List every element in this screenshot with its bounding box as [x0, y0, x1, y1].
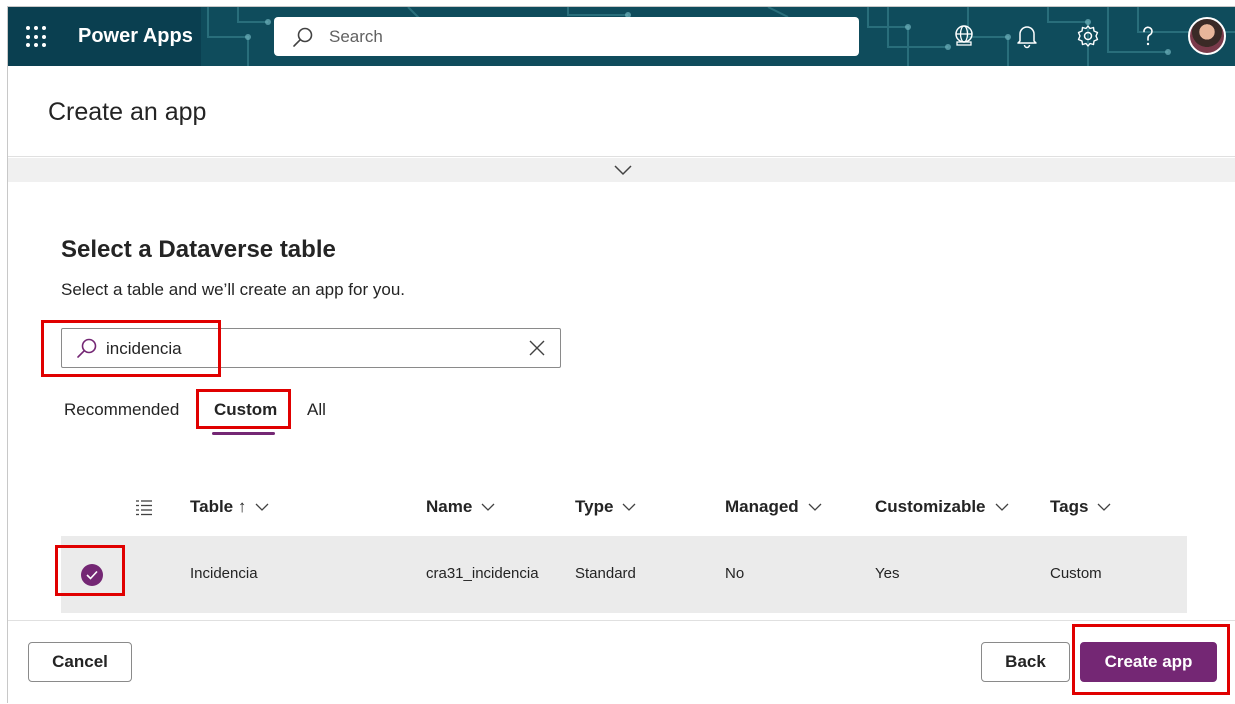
- tab-recommended[interactable]: Recommended: [64, 400, 179, 420]
- cell-managed: No: [725, 565, 745, 582]
- global-search-placeholder: Search: [329, 27, 383, 46]
- column-header-label: Type: [575, 497, 614, 516]
- page-title: Create an app: [48, 98, 207, 126]
- settings-icon[interactable]: [1075, 23, 1101, 49]
- highlight-box: [55, 545, 125, 596]
- active-tab-indicator: [212, 432, 275, 435]
- section-subtitle: Select a table and we’ll create an app f…: [61, 280, 405, 299]
- column-header-type[interactable]: Type: [575, 497, 637, 517]
- create-app-window: Power Apps Search Create an app Select a…: [7, 6, 1235, 704]
- chevron-down-icon: [614, 165, 632, 176]
- clear-icon[interactable]: [528, 339, 546, 357]
- collapse-toggle[interactable]: [8, 158, 1235, 182]
- notifications-icon[interactable]: [1014, 23, 1040, 49]
- top-bar: Power Apps Search: [8, 7, 1235, 66]
- search-icon: [293, 27, 313, 47]
- cell-name: cra31_incidencia: [426, 565, 539, 582]
- chevron-down-icon: [255, 503, 269, 511]
- cell-tags: Custom: [1050, 565, 1102, 582]
- highlight-box: [1072, 624, 1230, 695]
- highlight-box: [41, 320, 221, 377]
- chevron-down-icon: [1097, 503, 1111, 511]
- column-header-label: Customizable: [875, 497, 986, 516]
- highlight-box: [196, 389, 291, 429]
- help-icon[interactable]: [1135, 23, 1161, 49]
- footer-bar: Cancel Back Create app: [8, 620, 1235, 704]
- column-header-label: Table ↑: [190, 497, 247, 516]
- chevron-down-icon: [995, 503, 1008, 511]
- cell-type: Standard: [575, 565, 636, 582]
- tab-all[interactable]: All: [307, 400, 326, 420]
- chevron-down-icon: [622, 503, 636, 511]
- cell-customizable: Yes: [875, 565, 900, 582]
- section-title: Select a Dataverse table: [61, 236, 336, 263]
- cancel-button[interactable]: Cancel: [28, 642, 132, 682]
- grid-header: Table ↑ Name Type Managed Customizable T…: [61, 487, 1187, 537]
- column-header-table[interactable]: Table ↑: [190, 497, 270, 517]
- column-header-label: Managed: [725, 497, 799, 516]
- column-header-customizable[interactable]: Customizable: [875, 497, 1010, 517]
- column-header-managed[interactable]: Managed: [725, 497, 823, 517]
- list-view-icon[interactable]: [135, 499, 153, 517]
- waffle-icon[interactable]: [26, 26, 48, 48]
- column-header-tags[interactable]: Tags: [1050, 497, 1112, 517]
- column-header-label: Tags: [1050, 497, 1089, 516]
- table-row[interactable]: Incidencia cra31_incidencia Standard No …: [61, 536, 1187, 613]
- cell-table: Incidencia: [190, 565, 258, 582]
- user-avatar[interactable]: [1188, 17, 1226, 55]
- app-title[interactable]: Power Apps: [78, 25, 193, 48]
- back-button[interactable]: Back: [981, 642, 1070, 682]
- global-search-input[interactable]: Search: [274, 17, 859, 56]
- column-header-name[interactable]: Name: [426, 497, 496, 517]
- environment-icon[interactable]: [951, 23, 977, 49]
- column-header-label: Name: [426, 497, 473, 516]
- page-header: Create an app: [8, 66, 1235, 157]
- chevron-down-icon: [808, 503, 822, 511]
- chevron-down-icon: [481, 503, 495, 511]
